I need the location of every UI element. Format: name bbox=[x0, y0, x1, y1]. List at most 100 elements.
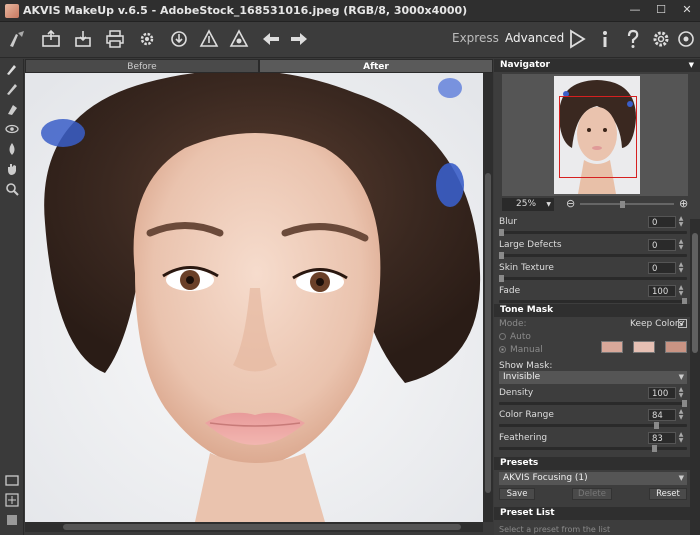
fade-slider[interactable] bbox=[499, 298, 687, 305]
large-defects-slider[interactable] bbox=[499, 252, 687, 259]
skin-texture-stepper[interactable]: ▲ ▼ bbox=[676, 262, 686, 274]
run-play-icon[interactable] bbox=[566, 28, 588, 50]
keep-colors-checkbox[interactable]: ✓ bbox=[678, 319, 687, 328]
show-mask-label: Show Mask: bbox=[499, 361, 553, 371]
skin-texture-label: Skin Texture bbox=[499, 263, 554, 273]
help-question-icon[interactable] bbox=[622, 28, 644, 50]
settings-gear-icon[interactable] bbox=[136, 28, 158, 50]
presets-header: Presets bbox=[494, 457, 690, 470]
show-mask-select[interactable]: Invisible ▼ bbox=[499, 371, 687, 384]
settings-scrollbar[interactable] bbox=[690, 219, 700, 535]
app-icon bbox=[5, 3, 19, 18]
redo-arrow-icon[interactable] bbox=[288, 28, 310, 50]
express-mode-button[interactable]: Express bbox=[452, 31, 499, 45]
zoom-select[interactable]: 25% ▼ bbox=[502, 198, 554, 211]
color-range-slider[interactable] bbox=[499, 422, 687, 429]
auto-label: Auto bbox=[510, 332, 531, 342]
preset-select[interactable]: AKVIS Focusing (1) ▼ bbox=[499, 472, 687, 485]
delete-preset-button[interactable]: Delete bbox=[572, 488, 612, 500]
portrait-photo bbox=[25, 73, 483, 522]
minimize-icon[interactable]: — bbox=[628, 3, 642, 17]
density-slider[interactable] bbox=[499, 400, 687, 407]
blur-value-field[interactable]: 0 bbox=[648, 216, 676, 228]
advanced-mode-button[interactable]: Advanced bbox=[505, 31, 564, 45]
zoom-value: 25% bbox=[516, 199, 537, 209]
tone-swatch-1[interactable] bbox=[601, 341, 623, 353]
window-title: AKVIS MakeUp v.6.5 - AdobeStock_16853101… bbox=[23, 4, 468, 17]
print-icon[interactable] bbox=[104, 28, 126, 50]
tab-before[interactable]: Before bbox=[25, 59, 259, 73]
eraser-tool-icon[interactable] bbox=[4, 101, 20, 117]
tone-swatch-3[interactable] bbox=[665, 341, 687, 353]
show-mask-value: Invisible bbox=[503, 372, 541, 382]
density-stepper[interactable]: ▲ ▼ bbox=[676, 387, 686, 399]
large-defects-label: Large Defects bbox=[499, 240, 562, 250]
chevron-down-icon: ▼ bbox=[678, 373, 684, 381]
color-range-stepper[interactable]: ▲ ▼ bbox=[676, 409, 686, 421]
fade-label: Fade bbox=[499, 286, 521, 296]
chevron-down-icon: ▼ bbox=[678, 474, 684, 482]
zoom-slider[interactable] bbox=[580, 201, 674, 208]
keep-colors-label: Keep Colors bbox=[630, 319, 684, 329]
zoom-tool-icon[interactable] bbox=[4, 181, 20, 197]
navigator-preview[interactable] bbox=[502, 74, 688, 196]
mode-label: Mode: bbox=[499, 319, 527, 329]
fade-value-field[interactable]: 100 bbox=[648, 285, 676, 297]
info-icon[interactable] bbox=[594, 28, 616, 50]
tone-swatch-2[interactable] bbox=[633, 341, 655, 353]
large-defects-value-field[interactable]: 0 bbox=[648, 239, 676, 251]
tone-mask-header: Tone Mask bbox=[494, 304, 690, 317]
feathering-value-field[interactable]: 83 bbox=[648, 432, 676, 444]
feathering-slider[interactable] bbox=[499, 445, 687, 452]
open-image-icon[interactable] bbox=[40, 28, 62, 50]
brush-tool-icon[interactable] bbox=[4, 61, 20, 77]
collapse-icon[interactable]: ▼ bbox=[689, 59, 694, 72]
feathering-label: Feathering bbox=[499, 433, 548, 443]
navigator-header: Navigator ▼ bbox=[494, 59, 700, 72]
blur-slider[interactable] bbox=[499, 229, 687, 236]
compare-view-icon[interactable] bbox=[4, 492, 20, 508]
export-preset-icon[interactable] bbox=[198, 28, 220, 50]
zoom-in-icon[interactable]: ⊕ bbox=[679, 197, 688, 210]
plugin-settings-icon[interactable] bbox=[675, 28, 697, 50]
navigator-view-rectangle[interactable] bbox=[559, 96, 637, 178]
density-value-field[interactable]: 100 bbox=[648, 387, 676, 399]
image-canvas[interactable] bbox=[25, 73, 483, 522]
tools-panel bbox=[0, 59, 24, 535]
fill-view-icon[interactable] bbox=[4, 512, 20, 528]
large-defects-stepper[interactable]: ▲ ▼ bbox=[676, 239, 686, 251]
makeup-logo-icon bbox=[6, 28, 28, 50]
frame-view-icon[interactable] bbox=[4, 472, 20, 488]
settings-panel: Navigator ▼ 25% ▼ ⊖ ⊕ Blur 0 ▲ ▼ Large Defe… bbox=[494, 59, 700, 535]
maximize-icon[interactable]: ☐ bbox=[654, 3, 668, 17]
canvas-horizontal-scrollbar[interactable] bbox=[25, 522, 483, 532]
mode-manual-radio[interactable]: Manual bbox=[499, 345, 543, 355]
undo-arrow-icon[interactable] bbox=[260, 28, 282, 50]
skin-texture-slider[interactable] bbox=[499, 275, 687, 282]
navigator-title: Navigator bbox=[500, 60, 550, 70]
zoom-out-icon[interactable]: ⊖ bbox=[566, 197, 575, 210]
fade-stepper[interactable]: ▲ ▼ bbox=[676, 285, 686, 297]
color-range-value-field[interactable]: 84 bbox=[648, 409, 676, 421]
skin-texture-value-field[interactable]: 0 bbox=[648, 262, 676, 274]
tab-after[interactable]: After bbox=[259, 59, 493, 73]
preset-list-header: Preset List bbox=[494, 507, 690, 520]
import-preset-icon[interactable] bbox=[228, 28, 250, 50]
feathering-stepper[interactable]: ▲ ▼ bbox=[676, 432, 686, 444]
radio-icon bbox=[499, 333, 506, 340]
canvas-vertical-scrollbar[interactable] bbox=[483, 73, 493, 522]
reset-preset-button[interactable]: Reset bbox=[649, 488, 687, 500]
close-icon[interactable]: ✕ bbox=[680, 3, 694, 17]
pen-tool-icon[interactable] bbox=[4, 81, 20, 97]
save-preset-button[interactable]: Save bbox=[499, 488, 535, 500]
eye-tool-icon[interactable] bbox=[4, 121, 20, 137]
radio-selected-icon bbox=[499, 346, 506, 353]
mode-auto-radio[interactable]: Auto bbox=[499, 332, 531, 342]
blur-stepper[interactable]: ▲ ▼ bbox=[676, 216, 686, 228]
hand-tool-icon[interactable] bbox=[4, 161, 20, 177]
preset-selected-value: AKVIS Focusing (1) bbox=[503, 473, 588, 483]
load-preset-icon[interactable] bbox=[168, 28, 190, 50]
drop-tool-icon[interactable] bbox=[4, 141, 20, 157]
save-image-icon[interactable] bbox=[72, 28, 94, 50]
preferences-gear-icon[interactable] bbox=[650, 28, 672, 50]
